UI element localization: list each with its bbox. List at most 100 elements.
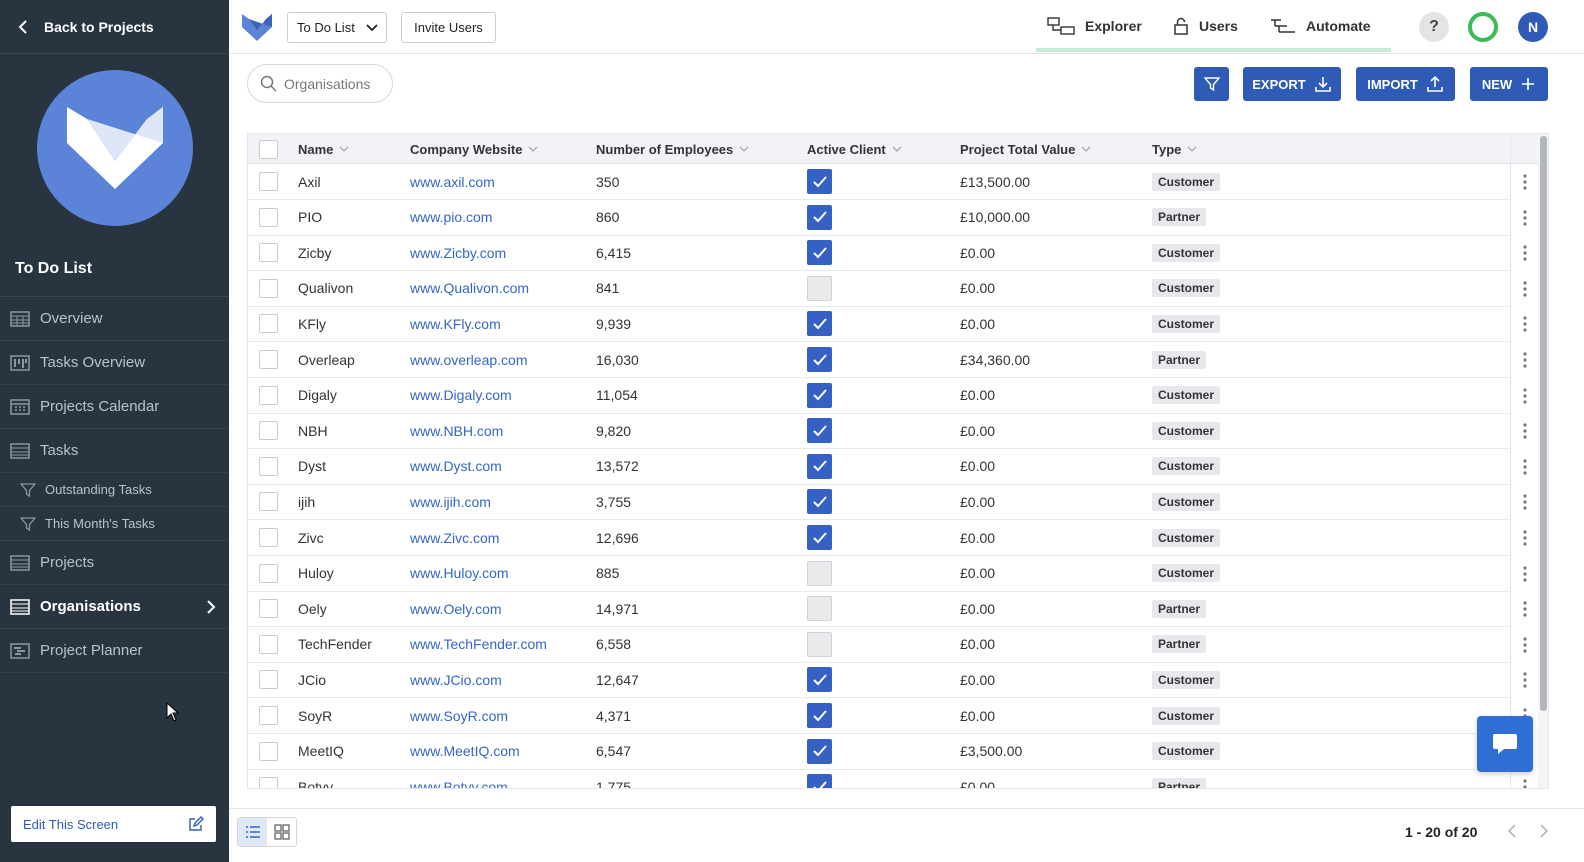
row-select-checkbox[interactable] [259, 662, 278, 697]
table-row[interactable]: Zivc www.Zivc.com 12,696 £0.00 Customer [248, 520, 1510, 556]
active-client-checkbox[interactable] [807, 631, 832, 657]
row-select-checkbox[interactable] [259, 449, 278, 484]
nav-automate[interactable]: Automate [1270, 0, 1371, 52]
table-row[interactable]: Axil www.axil.com 350 £13,500.00 Customer [248, 164, 1510, 200]
cell-active-client[interactable] [807, 449, 832, 484]
row-menu-kebab-icon[interactable] [1523, 637, 1527, 653]
active-client-checkbox[interactable] [807, 169, 832, 194]
cell-active-client[interactable] [807, 342, 832, 377]
table-row[interactable]: Digaly www.Digaly.com 11,054 £0.00 Customer [248, 378, 1510, 414]
row-select-checkbox[interactable] [259, 769, 278, 788]
sidebar-item-overview[interactable]: Overview [0, 297, 229, 341]
row-select-checkbox[interactable] [259, 556, 278, 591]
table-row[interactable]: NBH www.NBH.com 9,820 £0.00 Customer [248, 413, 1510, 450]
table-row[interactable]: ijih www.ijih.com 3,755 £0.00 Customer [248, 484, 1510, 521]
sidebar-item-this-months-tasks[interactable]: This Month's Tasks [0, 507, 229, 541]
row-select-checkbox[interactable] [259, 164, 278, 199]
active-client-checkbox[interactable] [807, 738, 832, 764]
cell-website-link[interactable]: www.NBH.com [410, 413, 503, 448]
table-row[interactable]: Botvy www.Botvy.com 1,775 £0.00 Partner [248, 769, 1510, 788]
column-header-active-client[interactable]: Active Client [807, 134, 902, 164]
cell-website-link[interactable]: www.SoyR.com [410, 698, 508, 733]
active-client-checkbox[interactable] [807, 525, 832, 550]
active-client-checkbox[interactable] [807, 453, 832, 479]
row-menu-kebab-icon[interactable] [1523, 779, 1527, 788]
sidebar-item-tasks[interactable]: Tasks [0, 429, 229, 473]
list-view-button[interactable] [238, 818, 267, 846]
active-client-checkbox[interactable] [807, 240, 832, 266]
row-select-checkbox[interactable] [259, 306, 278, 341]
nav-explorer[interactable]: Explorer [1047, 0, 1142, 52]
cell-active-client[interactable] [807, 734, 832, 769]
sidebar-item-tasks-overview[interactable]: Tasks Overview [0, 341, 229, 385]
cell-active-client[interactable] [807, 591, 832, 626]
cell-active-client[interactable] [807, 200, 832, 235]
cell-active-client[interactable] [807, 520, 832, 555]
cell-website-link[interactable]: www.Zivc.com [410, 520, 499, 555]
cell-website-link[interactable]: www.JCio.com [410, 662, 502, 697]
column-header-employees[interactable]: Number of Employees [596, 134, 749, 164]
row-select-checkbox[interactable] [259, 627, 278, 662]
row-select-checkbox[interactable] [259, 484, 278, 519]
row-select-checkbox[interactable] [259, 235, 278, 270]
chat-button[interactable] [1477, 716, 1533, 772]
new-button[interactable]: NEW [1470, 67, 1548, 101]
active-client-checkbox[interactable] [807, 347, 832, 372]
edit-screen-button[interactable]: Edit This Screen [11, 806, 216, 842]
row-select-checkbox[interactable] [259, 734, 278, 769]
cell-active-client[interactable] [807, 306, 832, 341]
cell-website-link[interactable]: www.Oely.com [410, 591, 502, 626]
cell-active-client[interactable] [807, 769, 832, 788]
active-client-checkbox[interactable] [807, 204, 832, 230]
select-all-checkbox[interactable] [259, 134, 278, 164]
row-menu-kebab-icon[interactable] [1523, 352, 1527, 368]
cell-website-link[interactable]: www.ijih.com [410, 484, 491, 519]
search-input[interactable]: Organisations [247, 64, 393, 103]
row-select-checkbox[interactable] [259, 591, 278, 626]
table-row[interactable]: TechFender www.TechFender.com 6,558 £0.00 Pa… [248, 627, 1510, 663]
cell-active-client[interactable] [807, 662, 832, 697]
cell-website-link[interactable]: www.TechFender.com [410, 627, 547, 662]
row-menu-kebab-icon[interactable] [1523, 530, 1527, 546]
cell-active-client[interactable] [807, 378, 832, 413]
cell-website-link[interactable]: www.MeetIQ.com [410, 734, 520, 769]
cell-active-client[interactable] [807, 271, 832, 306]
cell-website-link[interactable]: www.Huloy.com [410, 556, 509, 591]
column-header-name[interactable]: Name [298, 134, 349, 164]
active-client-checkbox[interactable] [807, 418, 832, 444]
table-row[interactable]: KFly www.KFly.com 9,939 £0.00 Customer [248, 306, 1510, 343]
table-row[interactable]: MeetIQ www.MeetIQ.com 6,547 £3,500.00 Custom… [248, 734, 1510, 770]
sidebar-item-projects-calendar[interactable]: Projects Calendar [0, 385, 229, 429]
table-row[interactable]: JCio www.JCio.com 12,647 £0.00 Customer [248, 662, 1510, 699]
cell-website-link[interactable]: www.axil.com [410, 164, 495, 199]
sidebar-item-organisations[interactable]: Organisations [0, 585, 229, 629]
cell-website-link[interactable]: www.pio.com [410, 200, 492, 235]
chevron-right-icon[interactable] [1537, 823, 1551, 839]
active-client-checkbox[interactable] [807, 311, 832, 337]
table-row[interactable]: SoyR www.SoyR.com 4,371 £0.00 Customer [248, 698, 1510, 734]
cell-website-link[interactable]: www.KFly.com [410, 306, 501, 341]
row-menu-kebab-icon[interactable] [1523, 601, 1527, 617]
row-select-checkbox[interactable] [259, 378, 278, 413]
active-client-checkbox[interactable] [807, 667, 832, 693]
cell-active-client[interactable] [807, 698, 832, 733]
nav-users[interactable]: Users [1173, 0, 1238, 52]
row-select-checkbox[interactable] [259, 271, 278, 306]
table-row[interactable]: Huloy www.Huloy.com 885 £0.00 Customer [248, 556, 1510, 592]
app-select-dropdown[interactable]: To Do List [287, 12, 387, 43]
cell-active-client[interactable] [807, 627, 832, 662]
column-header-type[interactable]: Type [1152, 134, 1197, 164]
row-menu-kebab-icon[interactable] [1523, 672, 1527, 688]
active-client-checkbox[interactable] [807, 382, 832, 408]
status-ring-icon[interactable] [1468, 12, 1498, 42]
row-menu-kebab-icon[interactable] [1523, 174, 1527, 190]
row-select-checkbox[interactable] [259, 698, 278, 733]
sidebar-item-projects[interactable]: Projects [0, 541, 229, 585]
cell-active-client[interactable] [807, 556, 832, 591]
active-client-checkbox[interactable] [807, 596, 832, 622]
row-menu-kebab-icon[interactable] [1523, 281, 1527, 297]
filter-button[interactable] [1194, 67, 1229, 101]
cell-website-link[interactable]: www.overleap.com [410, 342, 528, 377]
column-header-project-total-value[interactable]: Project Total Value [960, 134, 1091, 164]
active-client-checkbox[interactable] [807, 703, 832, 728]
